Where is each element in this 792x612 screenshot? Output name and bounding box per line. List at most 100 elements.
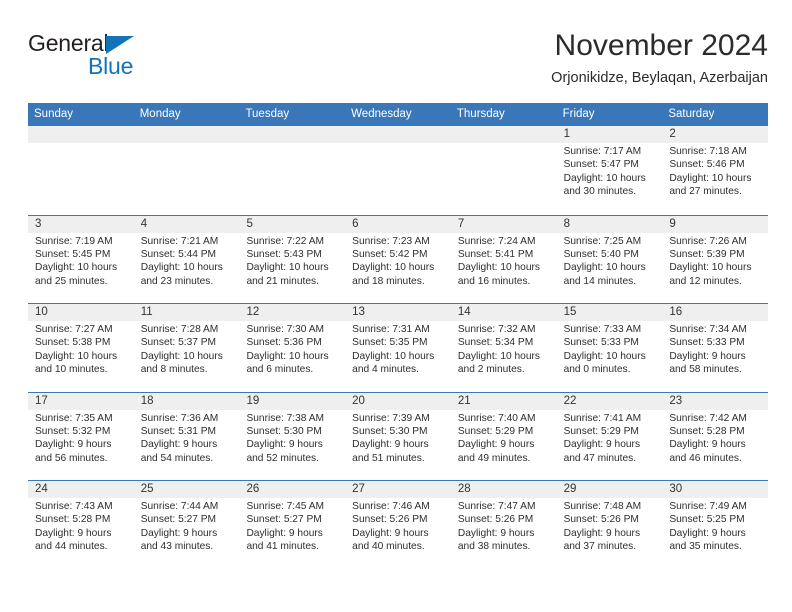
day-detail-line: Sunrise: 7:28 AM [140, 324, 219, 335]
day-cell-19[interactable]: Sunrise: 7:38 AM Sunset: 5:30 PM Daylight:… [239, 410, 345, 466]
day-number-15[interactable]: 15 [557, 304, 663, 321]
weekday-header-row: Sunday Monday Tuesday Wednesday Thursday Frid… [28, 103, 768, 126]
day-cell-13[interactable]: Sunrise: 7:31 AM Sunset: 5:35 PM Daylight:… [345, 321, 451, 377]
day-number-empty [345, 126, 451, 143]
day-number-27[interactable]: 27 [345, 481, 451, 498]
day-cell-25[interactable]: Sunrise: 7:44 AM Sunset: 5:27 PM Daylight:… [134, 498, 240, 554]
day-cell-empty [345, 143, 451, 199]
day-number-29[interactable]: 29 [557, 481, 663, 498]
day-detail-line: Daylight: 10 hours [35, 350, 118, 362]
day-cell-30[interactable]: Sunrise: 7:49 AM Sunset: 5:25 PM Daylight:… [662, 498, 768, 554]
day-detail-line: Sunrise: 7:33 AM [563, 324, 642, 335]
weekday-header-monday: Monday [139, 108, 181, 120]
calendar-week-row: 1 2 Sunrise: 7:17 AM Sunset: 5:47 PM Dayligh… [28, 126, 768, 215]
day-detail-line: Daylight: 9 hours [246, 439, 323, 451]
day-cell-4[interactable]: Sunrise: 7:21 AM Sunset: 5:44 PM Daylight:… [134, 233, 240, 289]
day-detail-line: Sunset: 5:39 PM [669, 248, 745, 260]
day-cell-2[interactable]: Sunrise: 7:18 AM Sunset: 5:46 PM Daylight:… [662, 143, 768, 199]
day-cell-24[interactable]: Sunrise: 7:43 AM Sunset: 5:28 PM Daylight:… [28, 498, 134, 554]
day-number-8[interactable]: 8 [557, 216, 663, 233]
day-cell-12[interactable]: Sunrise: 7:30 AM Sunset: 5:36 PM Daylight:… [239, 321, 345, 377]
day-cell-20[interactable]: Sunrise: 7:39 AM Sunset: 5:30 PM Daylight:… [345, 410, 451, 466]
day-number-13[interactable]: 13 [345, 304, 451, 321]
day-cell-5[interactable]: Sunrise: 7:22 AM Sunset: 5:43 PM Daylight:… [239, 233, 345, 289]
title-block: November 2024 Orjonikidze, Beylaqan, Aze… [551, 26, 768, 89]
day-number-14[interactable]: 14 [451, 304, 557, 321]
day-number-30[interactable]: 30 [662, 481, 768, 498]
day-detail-line: Daylight: 10 hours [669, 262, 752, 274]
day-detail-line: Sunset: 5:31 PM [140, 425, 217, 437]
day-cell-empty [239, 143, 345, 199]
day-number-1[interactable]: 1 [557, 126, 663, 143]
day-detail-line: and 56 minutes. [35, 452, 108, 464]
day-detail-line: and 4 minutes. [352, 364, 419, 376]
day-cell-18[interactable]: Sunrise: 7:36 AM Sunset: 5:31 PM Daylight:… [134, 410, 240, 466]
day-number-24[interactable]: 24 [28, 481, 134, 498]
day-cell-1[interactable]: Sunrise: 7:17 AM Sunset: 5:47 PM Daylight:… [557, 143, 663, 199]
day-number-21[interactable]: 21 [451, 393, 557, 410]
day-detail-line: Sunset: 5:27 PM [246, 514, 322, 526]
day-cell-9[interactable]: Sunrise: 7:26 AM Sunset: 5:39 PM Daylight:… [662, 233, 768, 289]
day-number-12[interactable]: 12 [239, 304, 345, 321]
weekday-header-friday: Friday [562, 108, 595, 120]
day-number-19[interactable]: 19 [239, 393, 345, 410]
day-cell-17[interactable]: Sunrise: 7:35 AM Sunset: 5:32 PM Daylight:… [28, 410, 134, 466]
day-number-25[interactable]: 25 [134, 481, 240, 498]
day-cell-28[interactable]: Sunrise: 7:47 AM Sunset: 5:26 PM Daylight:… [451, 498, 557, 554]
day-detail-line: Sunrise: 7:42 AM [669, 412, 747, 424]
day-number-6[interactable]: 6 [345, 216, 451, 233]
day-number-26[interactable]: 26 [239, 481, 345, 498]
day-cell-21[interactable]: Sunrise: 7:40 AM Sunset: 5:29 PM Daylight:… [451, 410, 557, 466]
day-cell-16[interactable]: Sunrise: 7:34 AM Sunset: 5:33 PM Daylight:… [662, 321, 768, 377]
day-number-23[interactable]: 23 [662, 393, 768, 410]
day-detail-line: Sunset: 5:29 PM [563, 425, 639, 437]
day-detail-line: and 44 minutes. [35, 541, 108, 553]
day-cell-14[interactable]: Sunrise: 7:32 AM Sunset: 5:34 PM Daylight:… [451, 321, 557, 377]
day-detail-line: Daylight: 9 hours [352, 527, 429, 539]
day-number-9[interactable]: 9 [662, 216, 768, 233]
day-number-17[interactable]: 17 [28, 393, 134, 410]
day-cell-29[interactable]: Sunrise: 7:48 AM Sunset: 5:26 PM Daylight:… [557, 498, 663, 554]
day-cell-8[interactable]: Sunrise: 7:25 AM Sunset: 5:40 PM Daylight:… [557, 233, 663, 289]
day-cell-27[interactable]: Sunrise: 7:46 AM Sunset: 5:26 PM Daylight:… [345, 498, 451, 554]
day-number-16[interactable]: 16 [662, 304, 768, 321]
day-number-3[interactable]: 3 [28, 216, 134, 233]
day-detail-line: Daylight: 10 hours [457, 350, 540, 362]
day-detail-line: Sunset: 5:32 PM [35, 425, 111, 437]
date-number-band: 24 25 26 27 28 29 30 [28, 481, 768, 498]
day-detail-line: Sunset: 5:26 PM [352, 514, 428, 526]
brand-logo[interactable]: General Blue [28, 30, 248, 90]
day-number-18[interactable]: 18 [134, 393, 240, 410]
day-detail-line: Sunrise: 7:27 AM [35, 324, 113, 335]
day-cell-22[interactable]: Sunrise: 7:41 AM Sunset: 5:29 PM Daylight:… [557, 410, 663, 466]
day-cell-23[interactable]: Sunrise: 7:42 AM Sunset: 5:28 PM Daylight:… [662, 410, 768, 466]
day-detail-line: Sunset: 5:30 PM [352, 425, 428, 437]
day-cell-7[interactable]: Sunrise: 7:24 AM Sunset: 5:41 PM Daylight:… [451, 233, 557, 289]
day-detail-line: Sunrise: 7:18 AM [669, 146, 747, 157]
day-detail-line: Sunset: 5:42 PM [352, 248, 428, 260]
day-detail-line: Sunrise: 7:46 AM [352, 501, 430, 512]
day-number-22[interactable]: 22 [557, 393, 663, 410]
day-cell-11[interactable]: Sunrise: 7:28 AM Sunset: 5:37 PM Daylight:… [134, 321, 240, 377]
day-cell-15[interactable]: Sunrise: 7:33 AM Sunset: 5:33 PM Daylight:… [557, 321, 663, 377]
day-number-20[interactable]: 20 [345, 393, 451, 410]
day-number-7[interactable]: 7 [451, 216, 557, 233]
day-detail-line: and 21 minutes. [246, 275, 319, 287]
day-number-4[interactable]: 4 [134, 216, 240, 233]
day-detail-line: Sunrise: 7:24 AM [457, 235, 536, 247]
day-detail-line: Daylight: 10 hours [457, 262, 540, 274]
day-number-28[interactable]: 28 [451, 481, 557, 498]
day-cell-6[interactable]: Sunrise: 7:23 AM Sunset: 5:42 PM Daylight:… [345, 233, 451, 289]
day-cell-10[interactable]: Sunrise: 7:27 AM Sunset: 5:38 PM Daylight:… [28, 321, 134, 377]
day-detail-line: Daylight: 10 hours [563, 350, 646, 362]
day-detail-band: Sunrise: 7:43 AM Sunset: 5:28 PM Daylight:… [28, 498, 768, 554]
day-cell-26[interactable]: Sunrise: 7:45 AM Sunset: 5:27 PM Daylight:… [239, 498, 345, 554]
day-cell-3[interactable]: Sunrise: 7:19 AM Sunset: 5:45 PM Daylight:… [28, 233, 134, 289]
day-detail-line: Daylight: 9 hours [563, 527, 641, 539]
day-number-10[interactable]: 10 [28, 304, 134, 321]
day-number-5[interactable]: 5 [239, 216, 345, 233]
day-number-11[interactable]: 11 [134, 304, 240, 321]
day-detail-line: and 30 minutes. [563, 186, 637, 198]
day-number-2[interactable]: 2 [662, 126, 768, 143]
day-detail-line: and 18 minutes. [352, 275, 425, 287]
